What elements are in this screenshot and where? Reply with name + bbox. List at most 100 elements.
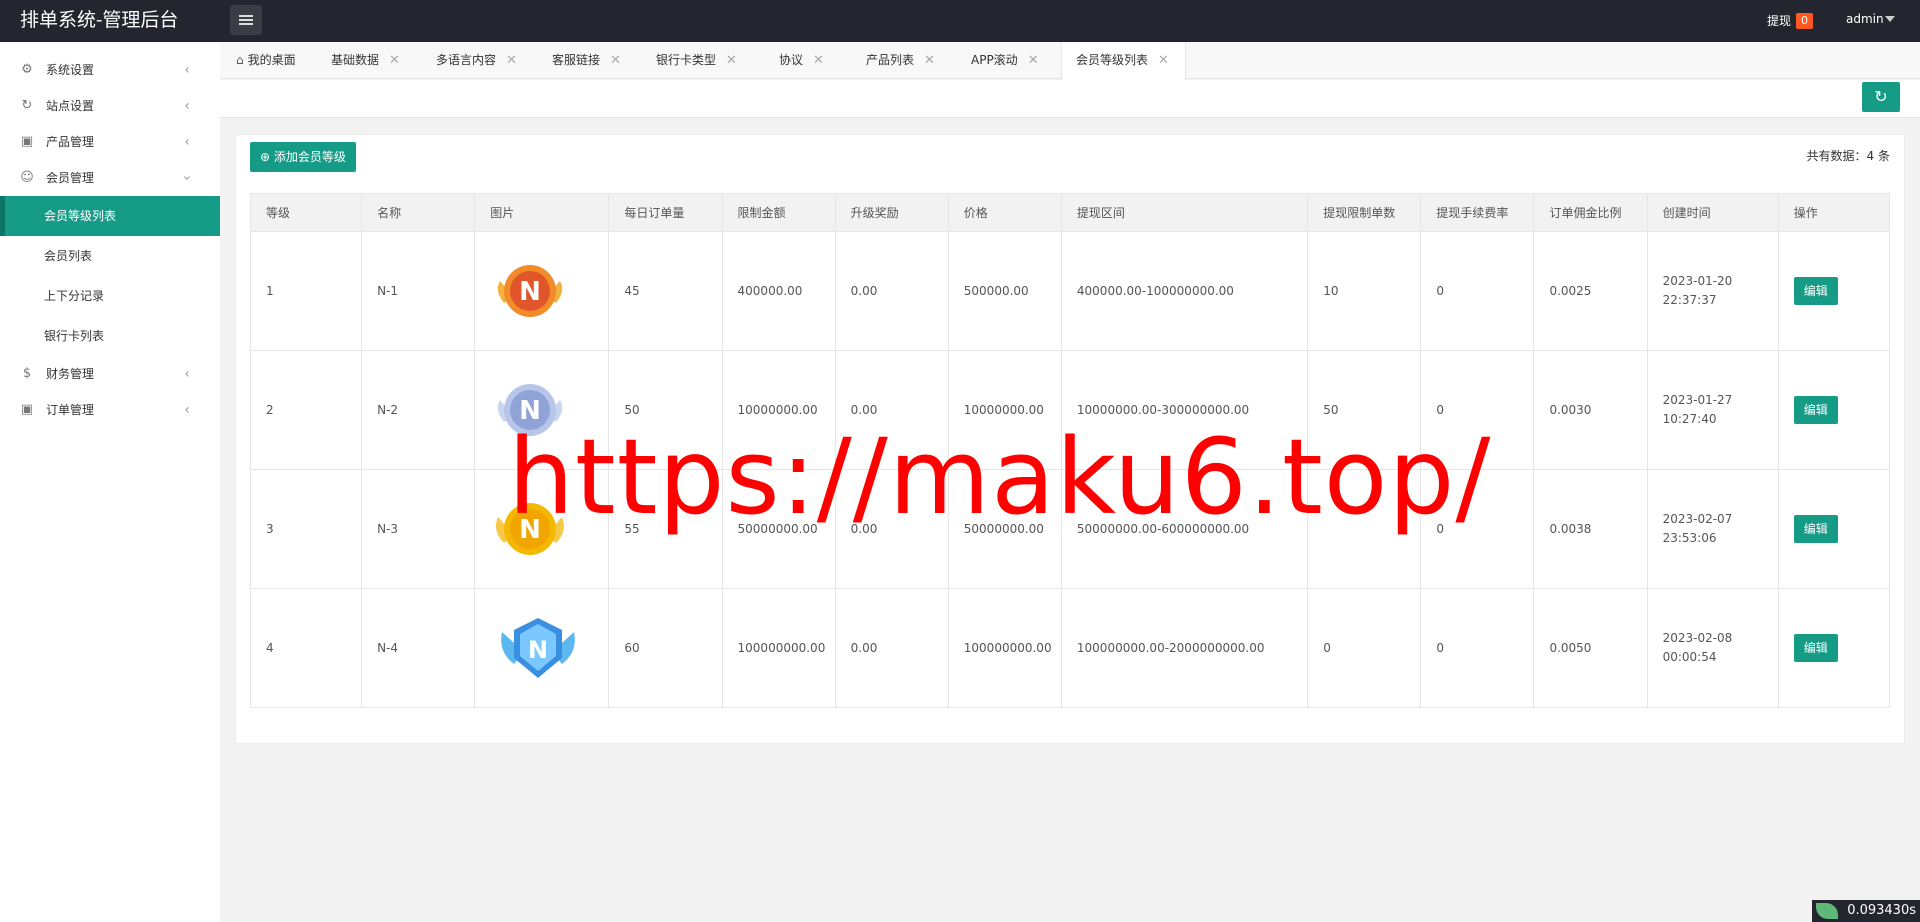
close-icon[interactable]: ✕ — [1158, 53, 1169, 68]
cell-upgrade-reward: 0.00 — [834, 231, 949, 351]
cell-withdraw-range: 400000.00-100000000.00 — [1060, 231, 1309, 351]
cell-fee-rate: 0 — [1420, 588, 1535, 708]
tab-app-scroll[interactable]: APP滚动 ✕ — [971, 42, 1039, 79]
home-icon: ⌂ — [236, 53, 244, 67]
add-member-level-button[interactable]: ⊕ 添加会员等级 — [250, 142, 356, 172]
chevron-left-icon: ‹ — [184, 134, 190, 150]
edit-button[interactable]: 编辑 — [1793, 515, 1838, 543]
cell-actions: 编辑 — [1777, 588, 1891, 708]
table-row: 1 N-1 N 45 400000.00 0.00 500000.00 4000… — [249, 231, 1891, 351]
cell-limit-amount: 100000000.00 — [721, 588, 836, 708]
cell-image: N — [474, 588, 610, 708]
tab-label: 会员等级列表 — [1076, 53, 1149, 67]
close-icon[interactable]: ✕ — [1028, 53, 1039, 68]
cell-withdraw-range: 100000000.00-2000000000.00 — [1060, 588, 1309, 708]
sidebar-item-product-management[interactable]: ▣ 产品管理 ‹ — [0, 124, 220, 160]
close-icon[interactable]: ✕ — [506, 53, 517, 68]
box-icon: ▣ — [20, 134, 34, 149]
column-header: 提现区间 — [1060, 193, 1309, 232]
menu-toggle-button[interactable] — [230, 5, 262, 35]
sidebar-item-label: 站点设置 — [46, 99, 95, 113]
cell-actions: 编辑 — [1777, 350, 1891, 470]
column-header: 等级 — [249, 193, 363, 232]
refresh-icon: ↻ — [1874, 87, 1888, 106]
column-header: 价格 — [947, 193, 1062, 232]
cell-withdraw-count: 10 — [1307, 231, 1422, 351]
tab-label: 多语言内容 — [436, 53, 497, 67]
cell-name: N-4 — [361, 588, 476, 708]
cell-fee-rate: 0 — [1420, 231, 1535, 351]
cell-commission: 0.0030 — [1533, 350, 1648, 470]
cell-daily-orders: 60 — [608, 588, 723, 708]
chevron-left-icon: ‹ — [184, 62, 190, 78]
tab-multilang[interactable]: 多语言内容 ✕ — [436, 42, 517, 79]
level-badge-image: N — [498, 265, 563, 317]
tab-label: 产品列表 — [866, 53, 915, 67]
sidebar-subitem-bankcard-list[interactable]: 银行卡列表 — [0, 316, 220, 356]
column-header: 订单佣金比例 — [1533, 193, 1648, 232]
tab-label: 协议 — [779, 53, 804, 67]
tab-member-levels[interactable]: 会员等级列表 ✕ — [1061, 42, 1186, 80]
cell-name: N-3 — [361, 469, 476, 589]
level-badge-image: N — [501, 618, 576, 678]
withdraw-link[interactable]: 提现 — [1767, 12, 1791, 29]
tab-product-list[interactable]: 产品列表 ✕ — [866, 42, 935, 79]
watermark-url: https://maku6.top/ — [508, 416, 1492, 538]
tab-bar: ⌂ 我的桌面 基础数据 ✕ 多语言内容 ✕ 客服链接 ✕ 银行卡类型 ✕ 协议 ✕ 产品列表… — [220, 42, 1920, 80]
cell-limit-amount: 400000.00 — [721, 231, 836, 351]
tab-label: 客服链接 — [552, 53, 601, 67]
sidebar-item-label: 财务管理 — [46, 367, 95, 381]
column-header: 提现限制单数 — [1307, 193, 1422, 232]
cell-created-time: 2023-01-27 10:27:40 — [1646, 350, 1779, 470]
cell-commission: 0.0025 — [1533, 231, 1648, 351]
cell-withdraw-count: 0 — [1307, 588, 1422, 708]
timer-value: 0.093430s — [1847, 903, 1916, 918]
caret-down-icon[interactable] — [1885, 16, 1895, 22]
close-icon[interactable]: ✕ — [924, 53, 935, 68]
close-icon[interactable]: ✕ — [610, 53, 621, 68]
tab-basic-data[interactable]: 基础数据 ✕ — [331, 42, 400, 79]
gear-icon: ⚙ — [21, 62, 33, 77]
cell-created-time: 2023-02-07 23:53:06 — [1646, 469, 1779, 589]
cell-commission: 0.0038 — [1533, 469, 1648, 589]
dollar-icon: $ — [22, 366, 32, 381]
sidebar-item-site-settings[interactable]: ↻ 站点设置 ‹ — [0, 88, 220, 124]
cell-price: 100000000.00 — [947, 588, 1062, 708]
sidebar-item-label: 订单管理 — [46, 403, 95, 417]
refresh-button[interactable]: ↻ — [1862, 82, 1900, 112]
sidebar-item-system-settings[interactable]: ⚙ 系统设置 ‹ — [0, 52, 220, 88]
close-icon[interactable]: ✕ — [389, 53, 400, 68]
sidebar-subitem-balance-records[interactable]: 上下分记录 — [0, 276, 220, 316]
close-icon[interactable]: ✕ — [726, 53, 737, 68]
edit-button[interactable]: 编辑 — [1793, 277, 1838, 305]
edit-button[interactable]: 编辑 — [1793, 634, 1838, 662]
tab-agreement[interactable]: 协议 ✕ — [779, 42, 824, 79]
refresh-icon: ↻ — [21, 98, 33, 113]
sidebar-item-finance-management[interactable]: $ 财务管理 ‹ — [0, 356, 220, 392]
column-header: 图片 — [474, 193, 610, 232]
withdraw-count-badge: 0 — [1796, 13, 1813, 29]
sidebar: ⚙ 系统设置 ‹ ↻ 站点设置 ‹ ▣ 产品管理 ‹ ☺ 会员管理 ‹ 会员等级… — [0, 42, 220, 922]
tab-service-links[interactable]: 客服链接 ✕ — [552, 42, 621, 79]
sidebar-subitem-member-levels[interactable]: 会员等级列表 — [0, 196, 220, 236]
close-icon[interactable]: ✕ — [813, 53, 824, 68]
cell-created-time: 2023-01-20 22:37:37 — [1646, 231, 1779, 351]
sidebar-item-label: 系统设置 — [46, 63, 95, 77]
tab-bankcard-types[interactable]: 银行卡类型 ✕ — [656, 42, 737, 79]
sidebar-item-member-management[interactable]: ☺ 会员管理 ‹ — [0, 160, 220, 196]
cell-actions: 编辑 — [1777, 231, 1891, 351]
sidebar-subitem-member-list[interactable]: 会员列表 — [0, 236, 220, 276]
user-menu[interactable]: admin — [1846, 12, 1884, 26]
sidebar-item-order-management[interactable]: ▣ 订单管理 ‹ — [0, 392, 220, 428]
table-row: 4 N-4 N 60 100000000.00 0.00 100000000.0… — [249, 588, 1891, 708]
edit-button[interactable]: 编辑 — [1793, 396, 1838, 424]
load-timer: 0.093430s — [1812, 900, 1920, 922]
tab-label: 基础数据 — [331, 53, 380, 67]
sidebar-item-label: 会员管理 — [46, 171, 95, 185]
column-header: 创建时间 — [1646, 193, 1779, 232]
app-title: 排单系统-管理后台 — [20, 9, 179, 31]
cell-commission: 0.0050 — [1533, 588, 1648, 708]
tab-desktop[interactable]: ⌂ 我的桌面 — [236, 42, 296, 79]
column-header: 升级奖励 — [834, 193, 949, 232]
tab-label: 我的桌面 — [247, 53, 296, 67]
